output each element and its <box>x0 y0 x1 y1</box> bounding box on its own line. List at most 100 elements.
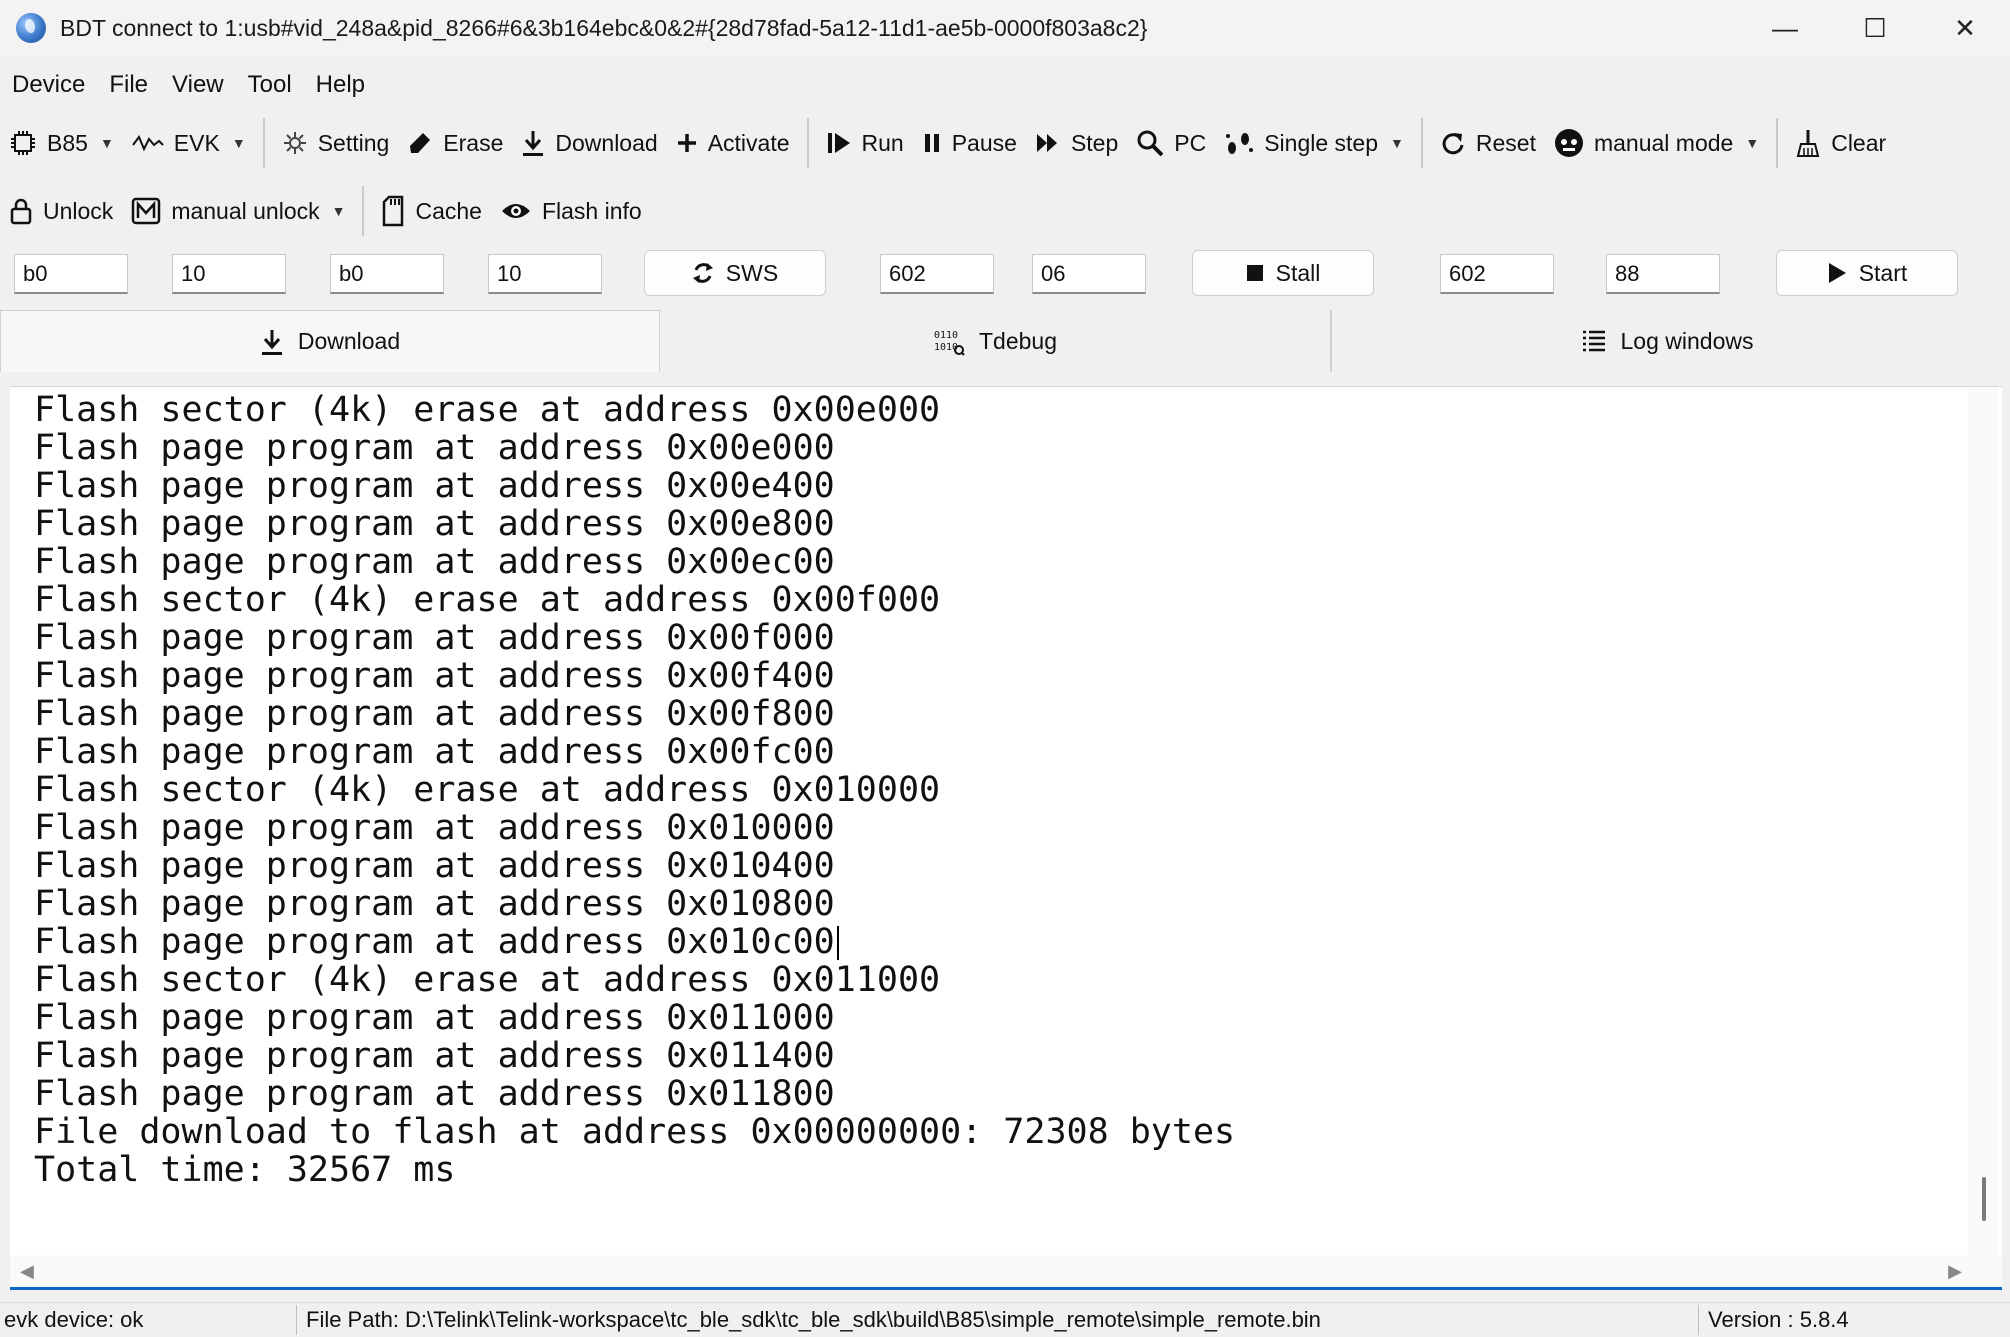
unlock-label: Unlock <box>43 197 114 224</box>
mode-label: manual mode <box>1593 129 1734 156</box>
status-divider <box>296 1305 297 1335</box>
manual-unlock-dropdown[interactable]: manual unlock ▼ <box>122 187 354 235</box>
reset-button[interactable]: Reset <box>1431 119 1545 167</box>
status-divider <box>1698 1305 1699 1335</box>
sws-label: SWS <box>725 259 779 286</box>
pause-button[interactable]: Pause <box>913 119 1026 167</box>
activate-label: Activate <box>707 129 790 156</box>
download-button[interactable]: Download <box>512 119 666 167</box>
tab-download[interactable]: Download <box>0 310 660 372</box>
tab-tdebug[interactable]: 0110 1010 Tdebug <box>660 310 1332 372</box>
chevron-down-icon: ▼ <box>331 203 346 219</box>
toolbar-separator <box>1420 118 1423 168</box>
value-field-1[interactable]: 10 <box>172 254 286 294</box>
log-line-with-cursor: Flash page program at address 0x010c00 <box>10 923 1965 961</box>
mail-icon <box>131 196 161 226</box>
step-button[interactable]: Step <box>1026 119 1127 167</box>
address-field-2[interactable]: b0 <box>330 254 444 294</box>
run-button[interactable]: Run <box>817 119 913 167</box>
log-line: File download to flash at address 0x0000… <box>34 1112 1236 1152</box>
broom-icon <box>1795 128 1821 158</box>
toolbar-separator <box>362 186 365 236</box>
cache-button[interactable]: Cache <box>372 187 490 235</box>
board-label: EVK <box>173 129 220 156</box>
status-bar: evk device: ok File Path: D:\Telink\Teli… <box>0 1302 2010 1337</box>
log-text-area[interactable]: Flash sector (4k) erase at address 0x00e… <box>10 387 1965 1255</box>
log-line: Flash sector (4k) erase at address 0x00e… <box>34 390 941 430</box>
gamepad-icon <box>1554 128 1584 158</box>
secondary-toolbar: Unlock manual unlock ▼ Cache Flash info <box>0 180 651 242</box>
value-field-2[interactable]: 10 <box>488 254 602 294</box>
stall-button[interactable]: Stall <box>1192 250 1374 296</box>
chip-select-dropdown[interactable]: B85 ▼ <box>0 119 123 167</box>
value-field-4[interactable]: 88 <box>1606 254 1720 294</box>
minimize-button[interactable]: — <box>1740 0 1830 56</box>
chevron-down-icon: ▼ <box>99 135 114 151</box>
pause-icon <box>922 132 942 154</box>
erase-label: Erase <box>443 129 504 156</box>
address-field-3[interactable]: 602 <box>880 254 994 294</box>
start-button[interactable]: Start <box>1776 250 1958 296</box>
vertical-scrollbar[interactable] <box>1968 387 1998 1255</box>
log-line-text: Flash page program at address 0x010c00 <box>34 922 835 962</box>
log-line: Flash page program at address 0x00f800 <box>34 694 835 734</box>
log-line: Flash page program at address 0x010800 <box>34 884 835 924</box>
stall-label: Stall <box>1275 259 1321 286</box>
pc-button[interactable]: PC <box>1127 119 1215 167</box>
single-step-dropdown[interactable]: Single step ▼ <box>1215 119 1413 167</box>
version-label: Version : 5.8.4 <box>1708 1307 1849 1332</box>
run-label: Run <box>861 129 904 156</box>
chevron-down-icon: ▼ <box>1745 135 1760 151</box>
tab-tdebug-label: Tdebug <box>978 327 1057 354</box>
single-step-label: Single step <box>1264 129 1379 156</box>
close-button[interactable]: ✕ <box>1920 0 2010 56</box>
vertical-scroll-thumb[interactable] <box>1982 1177 1986 1221</box>
menu-tool[interactable]: Tool <box>236 71 304 99</box>
footsteps-icon <box>1224 130 1254 156</box>
window-title: BDT connect to 1:usb#vid_248a&pid_8266#6… <box>60 14 1148 41</box>
log-line: Flash page program at address 0x00e400 <box>34 466 835 506</box>
value-field-3[interactable]: 06 <box>1032 254 1146 294</box>
window-controls: — ☐ ✕ <box>1740 0 2010 56</box>
sws-button[interactable]: SWS <box>644 250 826 296</box>
log-line: Flash page program at address 0x00fc00 <box>34 732 835 772</box>
download-label: Download <box>555 129 658 156</box>
address-field-4[interactable]: 602 <box>1440 254 1554 294</box>
board-select-dropdown[interactable]: EVK ▼ <box>123 119 255 167</box>
file-path: File Path: D:\Telink\Telink-workspace\tc… <box>306 1307 1321 1332</box>
clear-button[interactable]: Clear <box>1786 119 1895 167</box>
erase-button[interactable]: Erase <box>398 119 512 167</box>
reset-label: Reset <box>1475 129 1536 156</box>
menu-view[interactable]: View <box>160 71 236 99</box>
log-lines: Flash sector (4k) erase at address 0x00e… <box>10 387 1965 1189</box>
log-line: Flash page program at address 0x010400 <box>34 846 835 886</box>
scroll-left-arrow-icon[interactable]: ◀ <box>20 1261 34 1282</box>
reset-icon <box>1440 130 1466 156</box>
run-icon <box>826 131 852 155</box>
svg-text:0110: 0110 <box>934 330 958 341</box>
cache-label: Cache <box>415 197 482 224</box>
start-label: Start <box>1858 259 1908 286</box>
activate-button[interactable]: Activate <box>667 119 799 167</box>
menu-help[interactable]: Help <box>304 71 377 99</box>
mode-dropdown[interactable]: manual mode ▼ <box>1545 119 1768 167</box>
scroll-right-arrow-icon[interactable]: ▶ <box>1948 1261 1962 1282</box>
maximize-button[interactable]: ☐ <box>1830 0 1920 56</box>
horizontal-scrollbar[interactable]: ◀ ▶ <box>10 1255 2002 1290</box>
log-line: Flash page program at address 0x00e000 <box>34 428 835 468</box>
app-logo-icon <box>16 13 46 43</box>
flash-info-button[interactable]: Flash info <box>491 187 651 235</box>
log-line: Flash sector (4k) erase at address 0x00f… <box>34 580 941 620</box>
menu-file[interactable]: File <box>97 71 160 99</box>
refresh-icon <box>692 261 714 285</box>
setting-button[interactable]: Setting <box>273 119 399 167</box>
tab-log-label: Log windows <box>1620 327 1754 354</box>
menu-device[interactable]: Device <box>0 71 97 99</box>
step-icon <box>1035 132 1061 154</box>
unlock-button[interactable]: Unlock <box>0 187 122 235</box>
flash-info-label: Flash info <box>541 197 642 224</box>
manual-unlock-label: manual unlock <box>171 197 320 224</box>
tab-log-windows[interactable]: Log windows <box>1332 310 2002 372</box>
download-icon <box>521 129 545 157</box>
address-field-1[interactable]: b0 <box>14 254 128 294</box>
